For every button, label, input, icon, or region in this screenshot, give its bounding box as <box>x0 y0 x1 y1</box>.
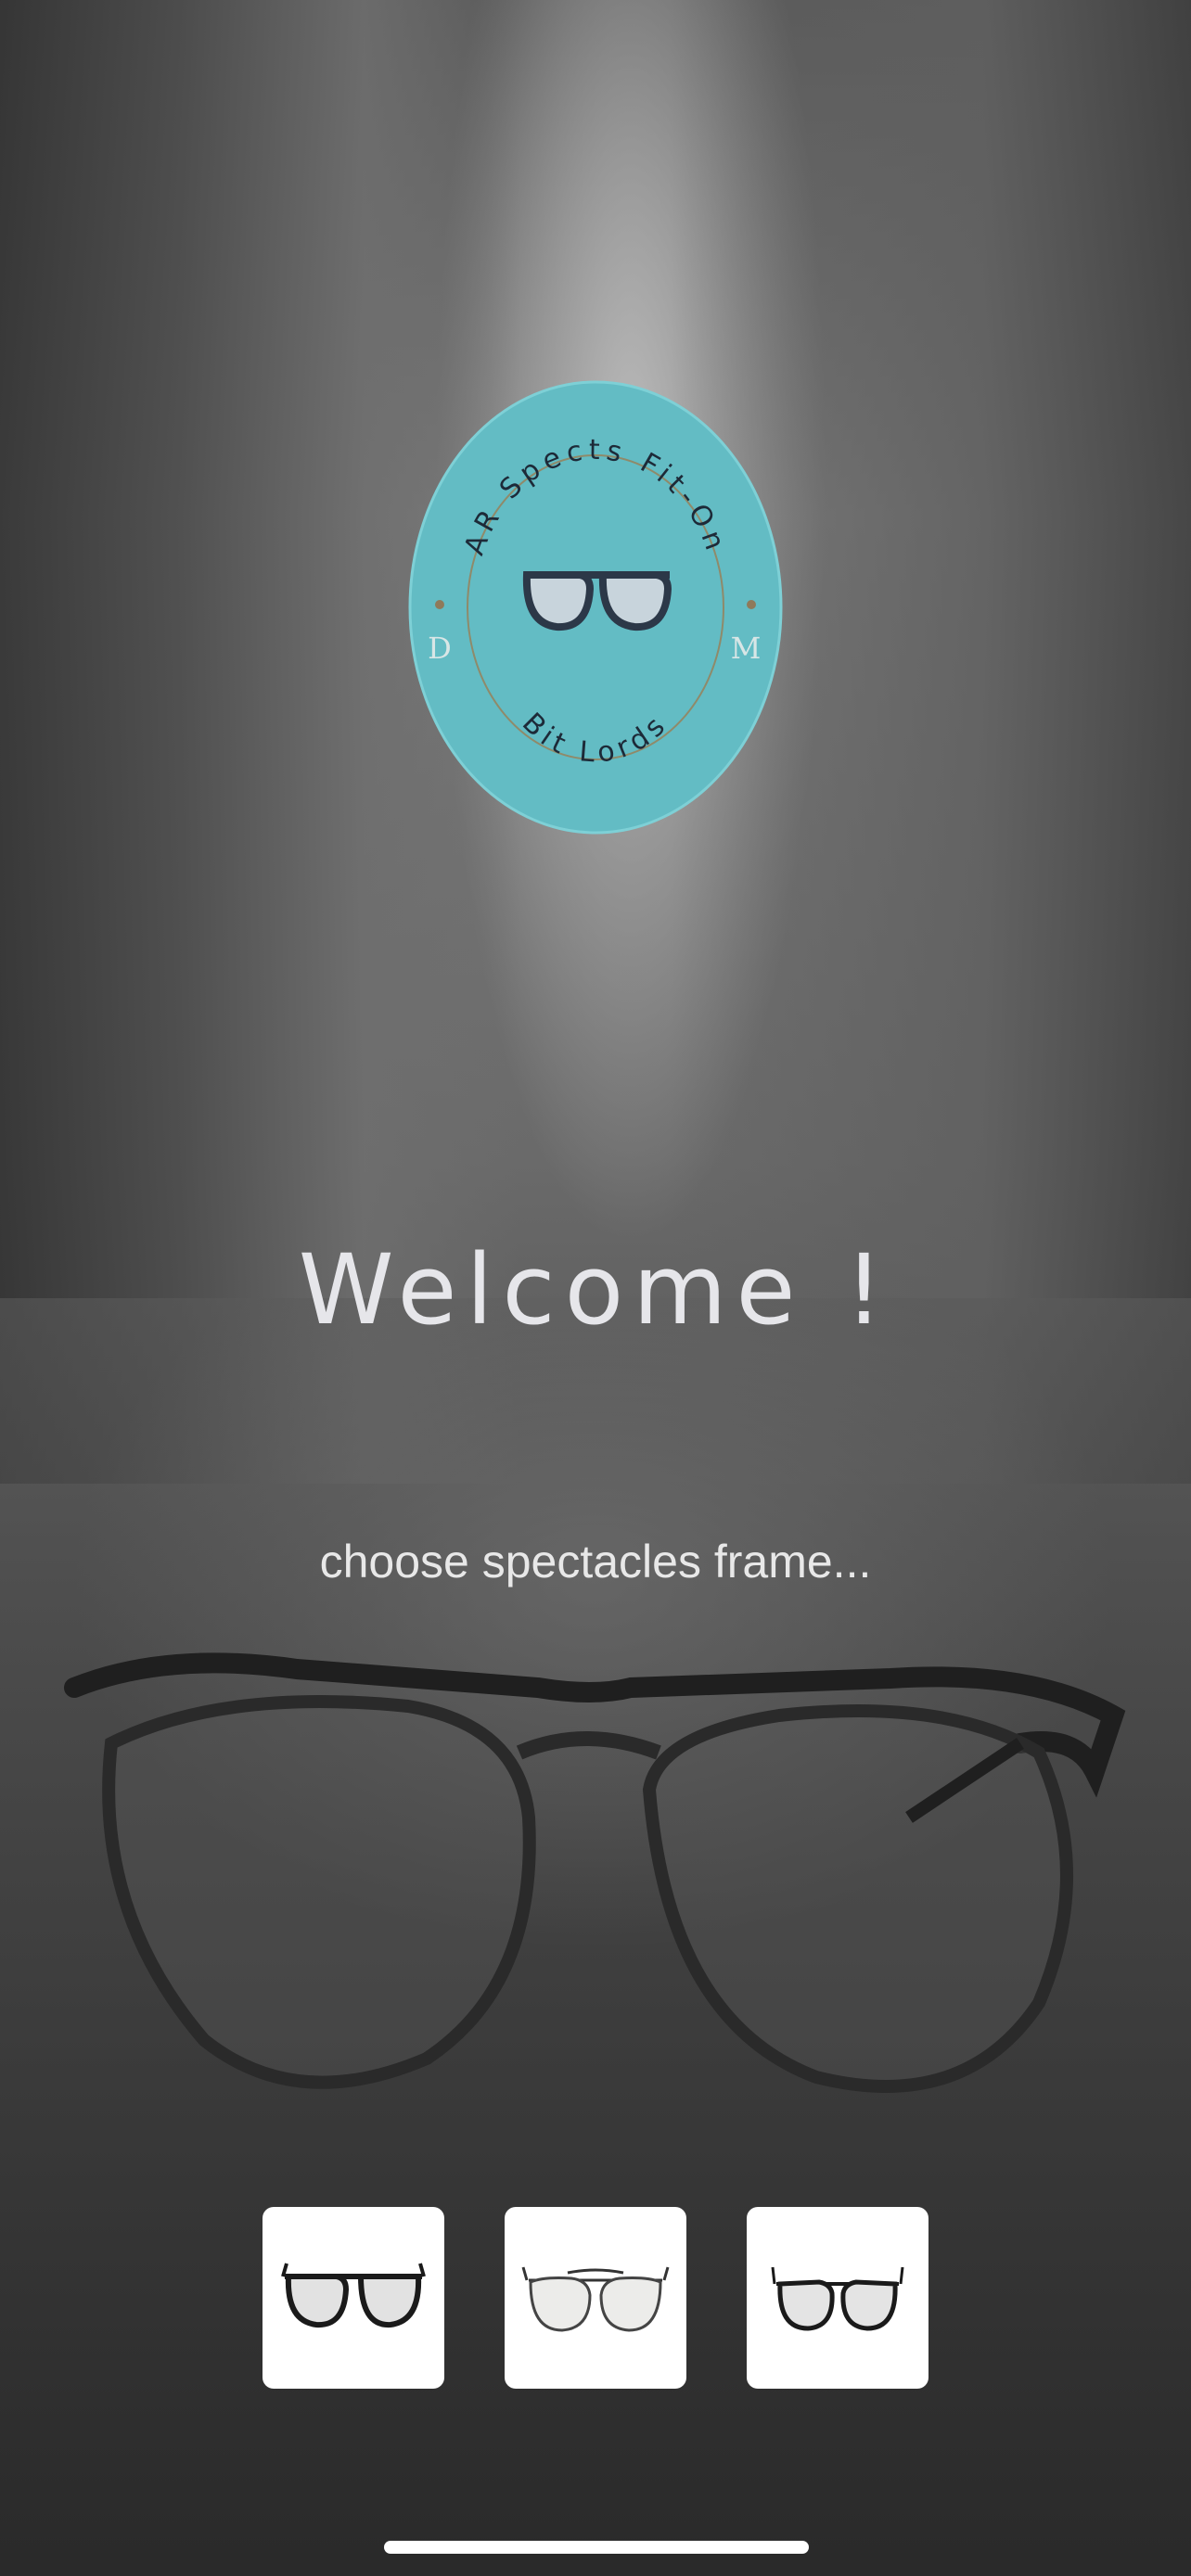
logo-initial-left: D <box>428 631 452 666</box>
frame-option-wayfarer[interactable] <box>263 2207 444 2389</box>
wayfarer-glasses-icon <box>281 2263 426 2328</box>
home-indicator[interactable] <box>384 2541 809 2554</box>
background-glasses-photo <box>64 1652 1126 2093</box>
welcome-title: Welcome ! <box>298 1233 893 1346</box>
aviator-glasses-icon <box>521 2266 670 2332</box>
frame-option-aviator[interactable] <box>505 2207 686 2389</box>
instruction-text: choose spectacles frame... <box>319 1536 872 1588</box>
frame-option-round[interactable] <box>747 2207 928 2389</box>
app-logo: AR Spects Fit-On Bit Lords D M <box>408 380 783 835</box>
round-glasses-icon <box>771 2266 904 2331</box>
logo-initial-right: M <box>731 631 762 666</box>
frame-selector <box>263 2207 928 2389</box>
